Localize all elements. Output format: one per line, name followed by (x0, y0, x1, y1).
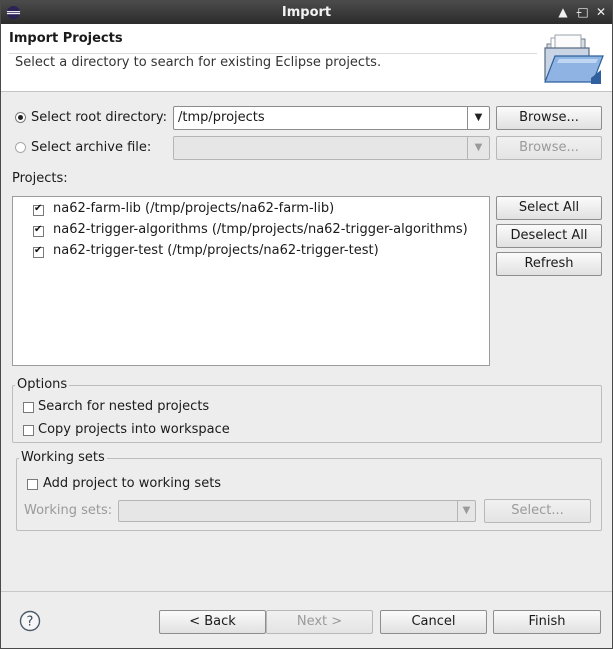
help-glyph: ? (27, 615, 34, 630)
project-label: na62-trigger-algorithms (/tmp/projects/n… (53, 222, 468, 237)
wizard-message: Select a directory to search for existin… (9, 53, 537, 89)
options-group: Options Search for nested projects Copy … (12, 377, 602, 443)
project-label: na62-trigger-test (/tmp/projects/na62-tr… (53, 243, 379, 258)
wizard-header: Import Projects Select a directory to se… (1, 24, 612, 92)
working-sets-label: Working sets: (24, 503, 113, 518)
help-icon[interactable]: ? (19, 610, 41, 632)
chevron-down-icon[interactable]: ▼ (467, 137, 489, 159)
refresh-button[interactable]: Refresh (496, 252, 602, 276)
add-to-working-sets-checkbox[interactable] (27, 479, 38, 490)
working-sets-combo[interactable]: ▼ (118, 500, 476, 522)
root-directory-radio[interactable] (15, 112, 26, 123)
options-legend: Options (15, 377, 70, 392)
chevron-down-icon[interactable]: ▼ (467, 107, 489, 129)
archive-file-label: Select archive file: (31, 140, 152, 155)
deselect-all-button[interactable]: Deselect All (496, 224, 602, 248)
working-sets-select-button[interactable]: Select... (484, 499, 591, 523)
browse-archive-button[interactable]: Browse... (496, 136, 602, 160)
window-title: Import (281, 5, 332, 20)
root-directory-combo[interactable]: /tmp/projects ▼ (173, 106, 490, 130)
working-sets-group: Working sets Add project to working sets… (16, 450, 602, 531)
cancel-button[interactable]: Cancel (380, 610, 487, 634)
browse-root-button[interactable]: Browse... (496, 106, 602, 130)
maximize-window-button[interactable]: □ (575, 4, 591, 20)
wizard-title: Import Projects (9, 31, 123, 46)
select-all-button[interactable]: Select All (496, 196, 602, 220)
copy-projects-checkbox[interactable] (23, 425, 34, 436)
chevron-down-icon[interactable]: ▼ (457, 501, 475, 521)
shade-window-button[interactable]: ▲ (555, 4, 571, 20)
back-button[interactable]: < Back (159, 610, 266, 634)
copy-projects-label: Copy projects into workspace (38, 422, 230, 437)
project-label: na62-farm-lib (/tmp/projects/na62-farm-l… (53, 201, 335, 216)
title-bar: Import ▲ – □ ✕ (1, 1, 612, 24)
add-to-working-sets-label: Add project to working sets (43, 476, 222, 491)
nested-projects-label: Search for nested projects (38, 399, 210, 414)
root-directory-value: /tmp/projects (178, 110, 265, 125)
working-sets-legend: Working sets (19, 450, 107, 465)
footer-separator (1, 591, 612, 592)
projects-label: Projects: (12, 171, 68, 186)
close-window-button[interactable]: ✕ (593, 4, 609, 20)
project-checkbox[interactable] (33, 245, 44, 258)
archive-file-radio[interactable] (15, 142, 26, 153)
next-button[interactable]: Next > (266, 610, 373, 634)
finish-button[interactable]: Finish (493, 610, 601, 634)
projects-list[interactable]: na62-farm-lib (/tmp/projects/na62-farm-l… (12, 196, 490, 366)
folder-icon (541, 30, 605, 88)
root-directory-label: Select root directory: (31, 110, 168, 125)
project-checkbox[interactable] (33, 224, 44, 237)
project-checkbox[interactable] (33, 203, 44, 216)
archive-file-combo[interactable]: ▼ (173, 136, 490, 160)
nested-projects-checkbox[interactable] (23, 402, 34, 413)
import-dialog: Import ▲ – □ ✕ Import Projects Select a … (0, 0, 613, 649)
